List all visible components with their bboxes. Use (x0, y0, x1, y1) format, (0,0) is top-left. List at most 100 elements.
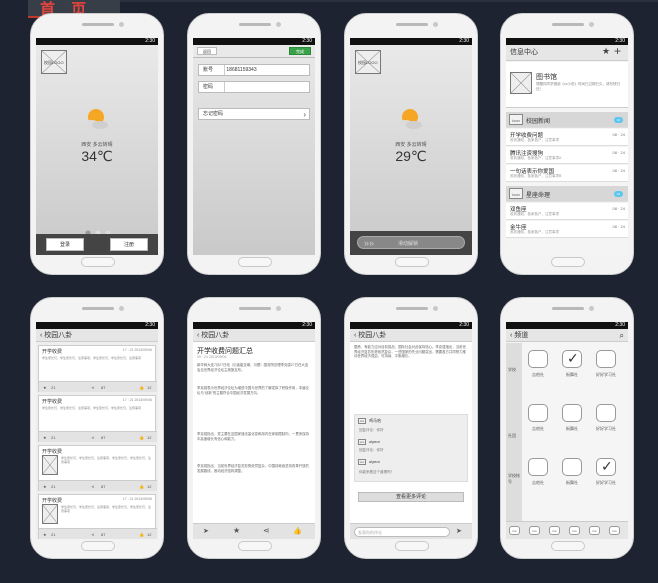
share-count: 87 (101, 435, 106, 440)
tab-icon[interactable]: icon (589, 526, 600, 535)
camera (276, 22, 281, 27)
side-nav-item[interactable]: 社团 (508, 433, 520, 439)
list-item[interactable]: 金牛座 收到通知，各家各户，注意事项 08 · 24 (506, 221, 628, 238)
list-item[interactable]: icon 校园新闻 10 (506, 112, 628, 128)
side-nav-item[interactable]: 学校 (508, 367, 520, 373)
camera (119, 22, 124, 27)
star-icon[interactable]: ★ (233, 526, 240, 535)
plus-icon[interactable]: + (614, 44, 621, 58)
comment-text: 回复评论：你好 (359, 428, 384, 432)
screen: 2:30 返回 完成 账号 18681159343 密码 忘记密码 › (193, 38, 315, 255)
unlock-slider[interactable]: »» 滑动解锁 (357, 236, 465, 249)
channel-tile[interactable] (596, 404, 616, 422)
home-button[interactable] (551, 257, 585, 267)
channel-tile[interactable] (596, 350, 616, 368)
share-icon[interactable]: ⋖ (91, 385, 94, 390)
tab-icon[interactable]: icon (549, 526, 560, 535)
forgot-password-row[interactable]: 忘记密码 › (198, 108, 310, 120)
channel-label: 吉他社 (532, 372, 544, 377)
like-icon[interactable]: 👍 (293, 527, 302, 535)
share-icon[interactable]: ⋖ (91, 532, 94, 537)
channel-label: 街舞社 (566, 426, 578, 431)
tab-icon[interactable]: icon (569, 526, 580, 535)
post-title: 开学收费 (42, 349, 63, 355)
send-icon[interactable]: ➤ (456, 527, 462, 535)
status-bar: 2:30 (193, 322, 315, 329)
list-item[interactable]: 一句话表示你爱国 收到通知，各家各户，注意事项B 08 · 24 (506, 165, 628, 182)
school-logo-text: 校园LOGO (358, 59, 378, 65)
side-nav-item[interactable]: 学校帐号 (508, 473, 520, 485)
list-item[interactable]: 双鱼座 收到通知，各家各户，注意事项 08 · 24 (506, 203, 628, 220)
channel-tile[interactable] (528, 458, 548, 476)
status-bar: 2:30 (350, 38, 472, 45)
home-button[interactable] (395, 257, 429, 267)
back-button[interactable]: 返回 (197, 47, 217, 55)
list-item[interactable]: 开学收费问题 收到通知，各家各户，注意事项 08 · 24 (506, 129, 628, 146)
sun-cloud-icon (82, 108, 110, 130)
camera (589, 22, 594, 27)
channel-tile[interactable]: ✓ (596, 458, 616, 476)
phone-channels: 2:30 ‹ 频道 ⌕ 学校 社团 学校帐号 吉他社 ✓ 街舞社 好好学习社 吉他社 街舞社… (500, 297, 634, 559)
post-card[interactable]: 开学收费 学生家长们，学生家长们，注意事项，学生家长们，学生家长们，注意事项 ★… (38, 445, 157, 491)
post-image (42, 504, 58, 524)
share-icon[interactable]: ⋖ (91, 484, 94, 489)
channel-tile[interactable] (528, 350, 548, 368)
article-paragraph: 李克强指出，党主要在这国家速法量化变和用内在家制限制内，一贯来保持中高速增长有信… (197, 432, 309, 441)
tab-icon[interactable]: icon (609, 526, 620, 535)
avatar: icon (358, 459, 366, 465)
account-field[interactable]: 账号 18681159343 (198, 64, 310, 76)
send-icon[interactable]: ➤ (203, 527, 209, 535)
star-icon[interactable]: ★ (43, 532, 47, 537)
star-icon[interactable]: ★ (602, 46, 610, 57)
channel-tile[interactable]: ✓ (562, 350, 582, 368)
channel-tile[interactable] (528, 404, 548, 422)
star-icon[interactable]: ★ (43, 435, 47, 440)
share-icon[interactable]: ⋖ (91, 435, 94, 440)
like-icon[interactable]: 👍 (139, 532, 144, 537)
comment-input[interactable]: 发表你的评论 (354, 527, 450, 537)
home-button[interactable] (81, 541, 115, 551)
password-field[interactable]: 密码 (198, 81, 310, 93)
checkmark-icon: ✓ (567, 350, 579, 366)
like-icon[interactable]: 👍 (139, 385, 144, 390)
school-logo: 校园LOGO (41, 50, 67, 74)
star-icon[interactable]: ★ (43, 484, 47, 489)
app-icon: icon (509, 188, 523, 199)
login-button[interactable]: 登录 (46, 238, 84, 251)
post-card[interactable]: 开学收费 17 : 21 2013/09/06 学生家长们，学生家长们，注意事项，… (38, 494, 157, 539)
post-body: 学生家长们，学生家长们，注意事项，学生家长们，学生家长们，注意事项 (61, 456, 152, 464)
share-count: 87 (101, 484, 106, 489)
list-item[interactable]: icon 星座命理 10 (506, 186, 628, 202)
channel-tile[interactable] (562, 404, 582, 422)
done-button[interactable]: 完成 (289, 47, 311, 55)
chevron-right-icon: › (303, 110, 306, 119)
home-button[interactable] (238, 257, 272, 267)
post-card[interactable]: 开学收费 17 : 21 2013/09/06 学生家长们，学生家长们，注意事项，… (38, 395, 157, 442)
home-button[interactable] (395, 541, 429, 551)
search-icon[interactable]: ⌕ (620, 329, 624, 342)
screen: 2:30 校园LOGO 西安 多云转晴 34℃ 登录 注册 (36, 38, 158, 255)
page-title: 校园八卦 (44, 332, 73, 339)
more-comments-button[interactable]: 查看更多评论 (358, 492, 464, 502)
tab-icon[interactable]: icon (529, 526, 540, 535)
school-logo: 校园LOGO (355, 50, 381, 74)
like-icon[interactable]: 👍 (139, 484, 144, 489)
post-card[interactable]: 开学收费 17 : 21 2013/09/06 学生家长们，学生家长们，注意事项，… (38, 345, 157, 392)
home-button[interactable] (81, 257, 115, 267)
star-icon[interactable]: ★ (43, 385, 47, 390)
share-count: 87 (101, 385, 106, 390)
forgot-password-label: 忘记密码 (203, 111, 224, 117)
sun-cloud-icon (396, 108, 424, 130)
list-item[interactable]: 腾讯注资搜狗 收到通知，各家各户，注意事项A 08 · 24 (506, 147, 628, 164)
tab-icon[interactable]: icon (509, 526, 520, 535)
share-icon[interactable]: ⋖ (263, 526, 270, 535)
like-icon[interactable]: 👍 (139, 435, 144, 440)
action-bar: ★ 21 ⋖ 87 👍 12 (39, 480, 157, 491)
register-button[interactable]: 注册 (110, 238, 148, 251)
bottom-toolbar: ➤ ★ ⋖ 👍 (193, 523, 315, 539)
home-button[interactable] (551, 541, 585, 551)
article-paragraph: 新华网大连7月27日电（记者崔至琳、冯蕾）国务院总理李克强27日在大连会见世界经… (197, 363, 309, 372)
home-button[interactable] (238, 541, 272, 551)
channel-tile[interactable] (562, 458, 582, 476)
weather-temp: 34℃ (81, 148, 113, 164)
